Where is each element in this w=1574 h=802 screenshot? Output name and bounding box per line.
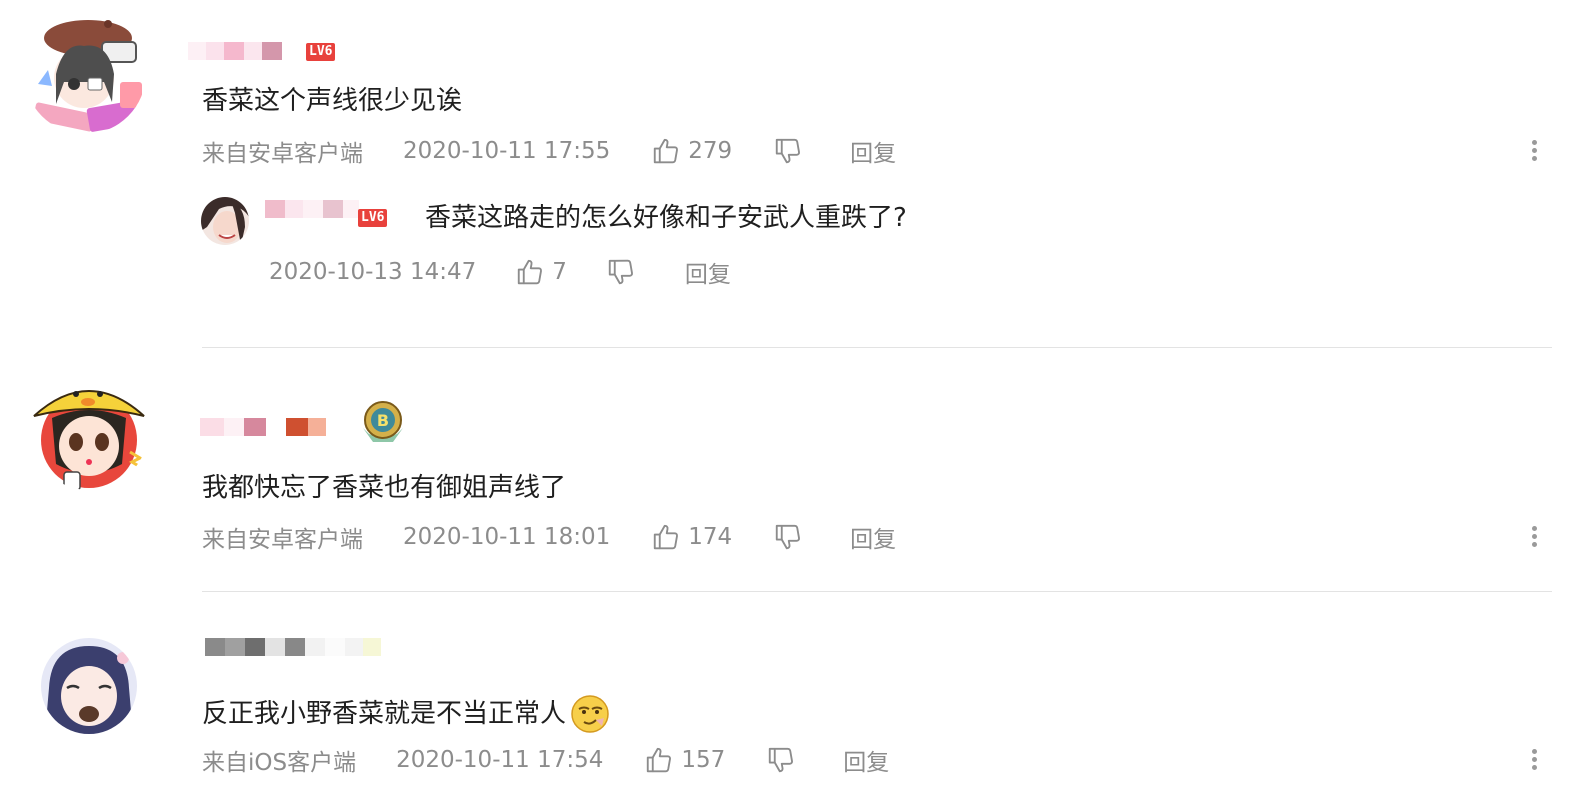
- reply-level-badge: LV6: [358, 209, 388, 227]
- like-button[interactable]: 279: [650, 135, 732, 167]
- username-blurred[interactable]: [200, 418, 326, 438]
- thumb-down-icon[interactable]: [772, 521, 804, 553]
- like-count: 279: [688, 138, 733, 164]
- reply-like-count: 7: [552, 259, 567, 285]
- thumb-down-icon[interactable]: [605, 256, 637, 288]
- reply-button[interactable]: 回复: [850, 520, 896, 554]
- comment-meta: 来自安卓客户端 2020-10-11 18:01 174 回复: [202, 521, 896, 553]
- reply-like-button[interactable]: 7: [514, 256, 567, 288]
- comment-meta: 来自iOS客户端 2020-10-11 17:54 157 回复: [202, 744, 889, 776]
- divider: [202, 591, 1552, 592]
- thumb-up-icon: [650, 135, 682, 167]
- client-source: 来自安卓客户端: [202, 141, 363, 167]
- level-badge: LV6: [306, 43, 336, 61]
- comment-text: 反正我小野香菜就是不当正常人: [202, 699, 567, 729]
- reply-username-blurred[interactable]: [265, 200, 359, 220]
- like-count: 174: [688, 524, 733, 550]
- like-count: 157: [681, 747, 726, 773]
- reply-button[interactable]: 回复: [850, 134, 896, 168]
- like-button[interactable]: 157: [643, 744, 725, 776]
- user-avatar[interactable]: [24, 12, 146, 134]
- thumb-down-icon[interactable]: [772, 135, 804, 167]
- medal-letter: B: [377, 411, 389, 430]
- reply-button[interactable]: 回复: [843, 743, 889, 777]
- comment-time: 2020-10-11 17:55: [403, 138, 611, 164]
- thumb-up-icon: [643, 744, 675, 776]
- thumb-up-icon: [650, 521, 682, 553]
- more-vertical-icon[interactable]: [1530, 523, 1538, 550]
- emoji-smirk-icon: [570, 694, 610, 734]
- comment-time: 2020-10-11 18:01: [403, 524, 611, 550]
- user-avatar[interactable]: [30, 372, 148, 490]
- medal-badge-icon: B: [357, 398, 409, 448]
- divider: [202, 347, 1552, 348]
- comment-text: 香菜这个声线很少见诶: [202, 86, 463, 116]
- reply-avatar[interactable]: [201, 197, 249, 245]
- username-blurred[interactable]: [188, 42, 282, 62]
- reply-text: 香菜这路走的怎么好像和子安武人重跌了?: [425, 203, 907, 233]
- comment-time: 2020-10-11 17:54: [396, 747, 604, 773]
- thumb-up-icon: [514, 256, 546, 288]
- reply-reply-button[interactable]: 回复: [685, 255, 731, 289]
- more-vertical-icon[interactable]: [1530, 746, 1538, 773]
- client-source: 来自安卓客户端: [202, 527, 363, 553]
- like-button[interactable]: 174: [650, 521, 732, 553]
- reply-meta: 2020-10-13 14:47 7 回复: [269, 256, 731, 288]
- user-avatar[interactable]: [41, 638, 137, 734]
- comment-text: 我都快忘了香菜也有御姐声线了: [202, 473, 567, 503]
- thumb-down-icon[interactable]: [765, 744, 797, 776]
- client-source: 来自iOS客户端: [202, 750, 357, 776]
- more-vertical-icon[interactable]: [1530, 137, 1538, 164]
- username-blurred[interactable]: [205, 638, 381, 658]
- comment-meta: 来自安卓客户端 2020-10-11 17:55 279 回复: [202, 135, 896, 167]
- comment-body: 反正我小野香菜就是不当正常人: [202, 694, 610, 734]
- reply-time: 2020-10-13 14:47: [269, 259, 477, 285]
